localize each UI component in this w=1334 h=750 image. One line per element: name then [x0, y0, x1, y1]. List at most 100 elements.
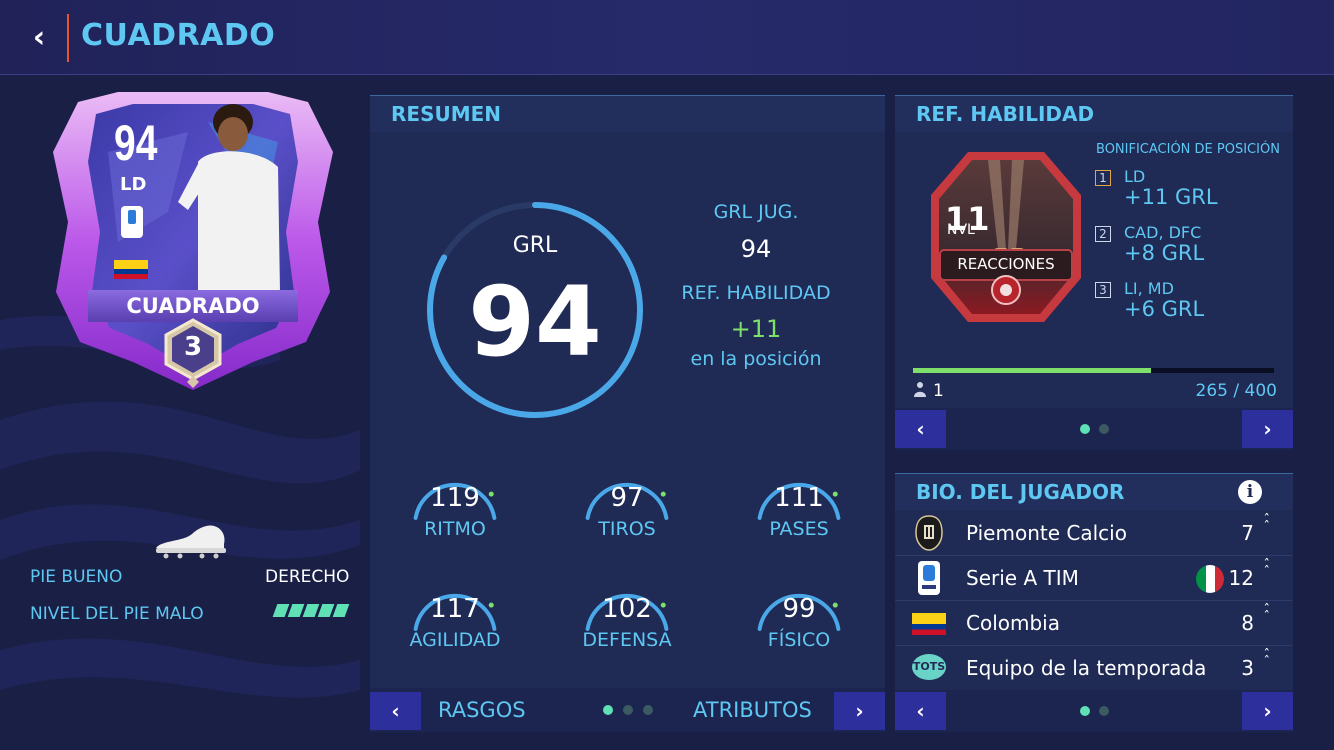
bio-prev-button[interactable]: ‹	[895, 692, 946, 730]
page-dot-2[interactable]	[623, 705, 633, 715]
bio-dot-2[interactable]	[1099, 706, 1109, 716]
page-dot-1[interactable]	[603, 705, 613, 715]
stat-value: 117	[430, 594, 480, 624]
boost-item-icon	[913, 381, 927, 397]
preferred-foot-value: DERECHO	[265, 567, 350, 587]
bonus-item: 2 CAD, DFC +8 GRL	[1095, 223, 1285, 273]
weak-foot-star	[287, 604, 305, 617]
skill-boost-dot-1[interactable]	[1080, 424, 1090, 434]
summary-title: RESUMEN	[391, 102, 502, 126]
bonus-position: CAD, DFC	[1124, 223, 1202, 242]
skill-boost-panel: REF. HABILIDAD 1 1 NVL REACCIONES BONIFIC…	[895, 95, 1293, 450]
stat-label: AGILIDAD	[409, 629, 501, 651]
chevron-up-double-icon: ˆˆ	[1263, 603, 1271, 625]
bio-header: BIO. DEL JUGADOR i	[895, 473, 1293, 510]
bio-footer: ‹ ›	[895, 690, 1293, 732]
ovr-value: 94	[468, 266, 602, 378]
bonus-position: LD	[1124, 167, 1146, 186]
progress-track	[913, 368, 1274, 373]
top-bar: ‹ CUADRADO	[0, 0, 1334, 75]
preferred-foot-label: PIE BUENO	[30, 567, 123, 587]
bonus-rank: 2	[1095, 226, 1111, 242]
skill-boost-prev-button[interactable]: ‹	[895, 410, 946, 448]
card-rating: 94	[114, 115, 158, 171]
player-card[interactable]: 94 LD CUADRADO 3	[48, 92, 338, 392]
page-title: CUADRADO	[81, 18, 276, 53]
stat-gauge-agilidad: 117 AGILIDAD	[395, 576, 515, 666]
boost-item-count: 1	[933, 381, 944, 401]
traits-tab[interactable]: RASGOS	[438, 698, 526, 722]
chevron-up-double-icon: ˆˆ	[1263, 648, 1271, 670]
bonus-rank: 3	[1095, 282, 1111, 298]
bio-program-name: Equipo de la temporada	[966, 656, 1207, 680]
stat-gauge-defensa: 102 DEFENSA	[567, 576, 687, 666]
stat-label: FÍSICO	[767, 629, 831, 651]
next-button[interactable]: ›	[834, 692, 885, 730]
skill-boost-title: REF. HABILIDAD	[916, 102, 1095, 126]
bonus-title: BONIFICACIÓN DE POSICIÓN	[1096, 142, 1280, 157]
chevron-up-double-icon: ˆˆ	[1263, 513, 1271, 535]
bio-dot-1[interactable]	[1080, 706, 1090, 716]
bio-club-name: Piemonte Calcio	[966, 521, 1127, 545]
badge-level-label: NVL	[947, 222, 975, 238]
stat-label: TIROS	[598, 518, 656, 540]
info-icon[interactable]: i	[1238, 480, 1262, 504]
bonus-value: +11 GRL	[1124, 185, 1218, 209]
stat-value: 99	[782, 594, 816, 624]
progress-current: 265	[1195, 381, 1228, 401]
bio-club-value: 7	[1241, 521, 1254, 545]
bonus-item: 3 LI, MD +6 GRL	[1095, 279, 1285, 329]
weak-foot-star	[332, 604, 350, 617]
player-ovr-label: GRL JUG.	[713, 201, 799, 223]
colombia-flag-icon	[912, 613, 946, 635]
badge-name: REACCIONES	[957, 255, 1055, 273]
bio-title: BIO. DEL JUGADOR	[916, 480, 1125, 504]
skill-boost-header: REF. HABILIDAD	[895, 95, 1293, 132]
stat-gauge-físico: 99 FÍSICO	[739, 576, 859, 666]
stat-value: 97	[610, 483, 644, 513]
skill-boost-label: REF. HABILIDAD	[681, 282, 831, 304]
stat-gauge-tiros: 97 TIROS	[567, 465, 687, 555]
stat-label: RITMO	[424, 518, 486, 540]
bio-row-club[interactable]: Piemonte Calcio 7 ˆˆ	[895, 511, 1292, 556]
stat-label: DEFENSA	[582, 629, 672, 651]
boot-icon	[152, 520, 232, 564]
card-player-name: CUADRADO	[126, 294, 260, 318]
page-dot-3[interactable]	[643, 705, 653, 715]
bio-league-name: Serie A TIM	[966, 566, 1079, 590]
bio-row-program[interactable]: TOTS Equipo de la temporada 3 ˆˆ	[895, 646, 1292, 690]
attributes-tab[interactable]: ATRIBUTOS	[693, 698, 812, 722]
weak-foot-rating	[272, 604, 350, 617]
bonus-value: +6 GRL	[1124, 297, 1205, 321]
italy-flag-icon	[1196, 565, 1224, 593]
prev-button[interactable]: ‹	[370, 692, 421, 730]
bio-row-nation[interactable]: Colombia 8 ˆˆ	[895, 601, 1292, 646]
skill-boost-dot-2[interactable]	[1099, 424, 1109, 434]
weak-foot-star	[317, 604, 335, 617]
skill-boost-sub: en la posición	[690, 348, 822, 370]
bonus-rank: 1	[1095, 170, 1111, 186]
chevron-up-double-icon: ˆˆ	[1263, 558, 1271, 580]
stat-label: PASES	[769, 518, 829, 540]
stat-gauge-pases: 111 PASES	[739, 465, 859, 555]
player-ovr-value: 94	[740, 235, 772, 263]
progress-text: 265 / 400	[1196, 381, 1277, 401]
chevron-left-icon[interactable]: ‹	[24, 20, 54, 56]
skill-boost-next-button[interactable]: ›	[1242, 410, 1293, 448]
bio-nation-value: 8	[1241, 611, 1254, 635]
bonus-value: +8 GRL	[1124, 241, 1205, 265]
weak-foot-star	[302, 604, 320, 617]
bio-row-league[interactable]: Serie A TIM 12 ˆˆ	[895, 556, 1292, 601]
stat-value: 111	[774, 483, 824, 513]
summary-footer: ‹ RASGOS ATRIBUTOS ›	[370, 688, 885, 732]
stat-value: 119	[430, 483, 480, 513]
ovr-label: GRL	[512, 233, 558, 258]
bio-next-button[interactable]: ›	[1242, 692, 1293, 730]
summary-header: RESUMEN	[370, 95, 885, 132]
card-level: 3	[183, 332, 203, 362]
tots-logo-icon: TOTS	[912, 654, 946, 680]
league-logo-icon	[918, 561, 940, 595]
skill-boost-value: +11	[730, 315, 782, 343]
bio-league-value: 12	[1228, 566, 1254, 590]
progress-total: / 400	[1233, 381, 1277, 401]
